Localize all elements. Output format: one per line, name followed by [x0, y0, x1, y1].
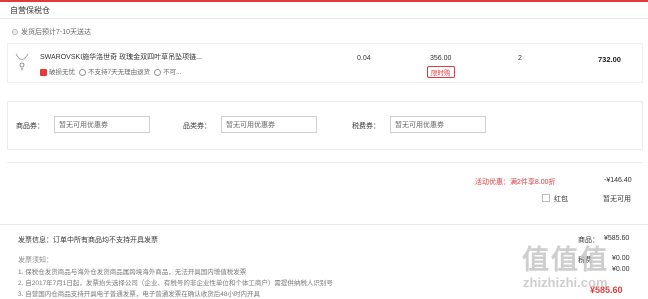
- goods-coupon-select[interactable]: 暂无可用优惠券: [54, 116, 150, 133]
- freight-value: ¥0.00: [612, 266, 630, 273]
- info-icon: [154, 68, 162, 76]
- invoice-info: 发票信息：订单中所有商品均不支持开具发票: [18, 237, 158, 244]
- promotion-amount: -¥146.40: [604, 177, 632, 184]
- radio-icon[interactable]: [12, 29, 18, 36]
- section-title: 自营保税仓: [10, 6, 50, 15]
- service-badge: 破损无忧: [49, 69, 75, 76]
- invoice-notice-title: 发票须知：: [18, 257, 53, 264]
- top-accent-line: [0, 0, 648, 2]
- category-coupon-label: 品类券：: [183, 123, 211, 130]
- service-return-policy: 不支持7天无理由退货: [88, 69, 151, 76]
- item-quantity: 2: [518, 55, 522, 62]
- invoice-divider: [0, 224, 648, 225]
- item-tax: 0.04: [357, 55, 371, 62]
- tax-coupon-label: 税费券：: [352, 123, 380, 130]
- service-more: 不可...: [163, 69, 182, 76]
- watermark-logo: 值值值: [522, 245, 609, 275]
- redpack-label: 红包: [554, 196, 568, 203]
- invoice-notice-line: 1. 保税仓发货商品与海外仓发货商品属跨境海外商品，无法开具国内增值税发票: [18, 269, 247, 276]
- item-price: 356.00: [430, 55, 452, 62]
- summary-panel: [7, 162, 643, 214]
- goods-coupon-label: 商品券：: [16, 123, 44, 130]
- header-divider: [0, 18, 648, 19]
- info-icon: [79, 68, 86, 76]
- shield-icon: [40, 68, 47, 76]
- redpack-checkbox[interactable]: [542, 194, 550, 202]
- watermark-url: zhizhizhi.com: [523, 275, 608, 290]
- invoice-notice-line: 3. 自营国内仓商品支持开具电子普通发票，电子普通发票在确认收货后48小时内开具: [18, 291, 260, 298]
- flash-sale-badge: 限时购: [427, 66, 455, 78]
- item-subtotal: 732.00: [598, 55, 621, 64]
- shipping-option[interactable]: 发货后预计7-10天送达: [12, 27, 91, 37]
- necklace-thumbnail[interactable]: [14, 53, 30, 73]
- category-coupon-select[interactable]: 暂无可用优惠券: [221, 116, 317, 133]
- redpack-status: 暂无可用: [603, 196, 631, 203]
- promotion-label: 活动优惠：满2件享8.00折: [475, 179, 556, 186]
- shipping-text: 发货后预计7-10天送达: [21, 29, 92, 36]
- service-tags: 破损无忧 不支持7天无理由退货 不可...: [40, 66, 182, 76]
- invoice-notice-line: 2. 自2017年7月1日起，发票抬头选择公司（企业、有税号的非企业性单位和个体…: [18, 280, 333, 287]
- tax-coupon-select[interactable]: 暂无可用优惠券: [390, 116, 486, 133]
- product-name[interactable]: SWAROVSKI施华洛世奇 玫瑰金双四叶草吊坠项链...: [40, 52, 202, 62]
- product-row: [7, 43, 643, 83]
- tax-total-value: ¥0.00: [612, 255, 630, 262]
